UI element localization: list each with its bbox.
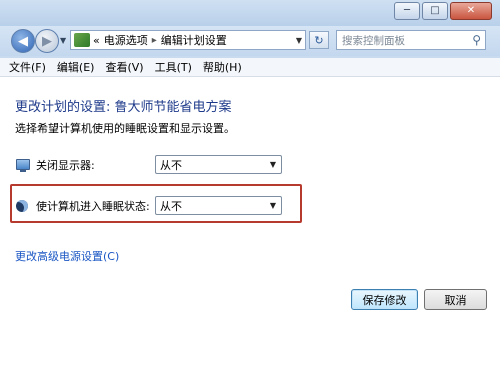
display-off-row: 关闭显示器:	[16, 157, 95, 173]
recent-pages-dropdown-icon[interactable]: ▼	[60, 36, 66, 45]
menu-view[interactable]: 查看(V)	[105, 59, 143, 75]
monitor-icon	[16, 159, 30, 172]
search-input[interactable]: 搜索控制面板 ⚲	[336, 30, 486, 50]
display-off-value: 从不	[160, 158, 182, 172]
sleep-row: 使计算机进入睡眠状态:	[16, 198, 150, 214]
forward-button[interactable]: ▶	[35, 29, 59, 53]
page-title: 更改计划的设置: 鲁大师节能省电方案	[15, 100, 232, 115]
address-bar[interactable]: « 电源选项 ▸ 编辑计划设置 ▼	[70, 30, 306, 50]
menu-bar: 文件(F) 编辑(E) 查看(V) 工具(T) 帮助(H)	[0, 58, 500, 77]
save-button[interactable]: 保存修改	[351, 289, 418, 310]
chevron-down-icon[interactable]: ▼	[270, 201, 276, 210]
menu-help[interactable]: 帮助(H)	[203, 59, 242, 75]
menu-edit[interactable]: 编辑(E)	[57, 59, 95, 75]
display-off-select[interactable]: 从不 ▼	[155, 155, 282, 174]
address-toolbar: ◀ ▶ ▼ « 电源选项 ▸ 编辑计划设置 ▼ ↻ 搜索控制面板 ⚲	[0, 26, 500, 56]
breadcrumb-edit-plan-settings[interactable]: 编辑计划设置	[161, 32, 227, 48]
page-subtitle: 选择希望计算机使用的睡眠设置和显示设置。	[15, 122, 235, 135]
breadcrumb-power-options[interactable]: 电源选项	[104, 32, 148, 48]
close-button[interactable]: ✕	[450, 2, 492, 20]
address-overflow-icon[interactable]: «	[93, 34, 100, 47]
menu-tools[interactable]: 工具(T)	[155, 59, 192, 75]
window-titlebar: ─ □ ✕	[0, 0, 500, 26]
sleep-value: 从不	[160, 199, 182, 213]
sleep-select[interactable]: 从不 ▼	[155, 196, 282, 215]
minimize-button[interactable]: ─	[394, 2, 420, 20]
control-panel-icon	[74, 33, 90, 47]
chevron-down-icon[interactable]: ▼	[270, 160, 276, 169]
search-placeholder: 搜索控制面板	[342, 34, 405, 47]
moon-icon	[16, 200, 28, 212]
address-dropdown-icon[interactable]: ▼	[296, 36, 302, 45]
advanced-power-settings-link[interactable]: 更改高级电源设置(C)	[15, 248, 119, 264]
refresh-button[interactable]: ↻	[309, 31, 329, 49]
search-icon[interactable]: ⚲	[472, 33, 481, 47]
menu-file[interactable]: 文件(F)	[9, 59, 46, 75]
window-controls: ─ □ ✕	[392, 2, 492, 20]
back-button[interactable]: ◀	[11, 29, 35, 53]
cancel-button[interactable]: 取消	[424, 289, 487, 310]
breadcrumb-separator-icon[interactable]: ▸	[152, 35, 157, 46]
maximize-button[interactable]: □	[422, 2, 448, 20]
display-off-label: 关闭显示器:	[36, 159, 95, 172]
main-content: 更改计划的设置: 鲁大师节能省电方案 选择希望计算机使用的睡眠设置和显示设置。 …	[0, 77, 500, 372]
sleep-label: 使计算机进入睡眠状态:	[36, 200, 150, 213]
